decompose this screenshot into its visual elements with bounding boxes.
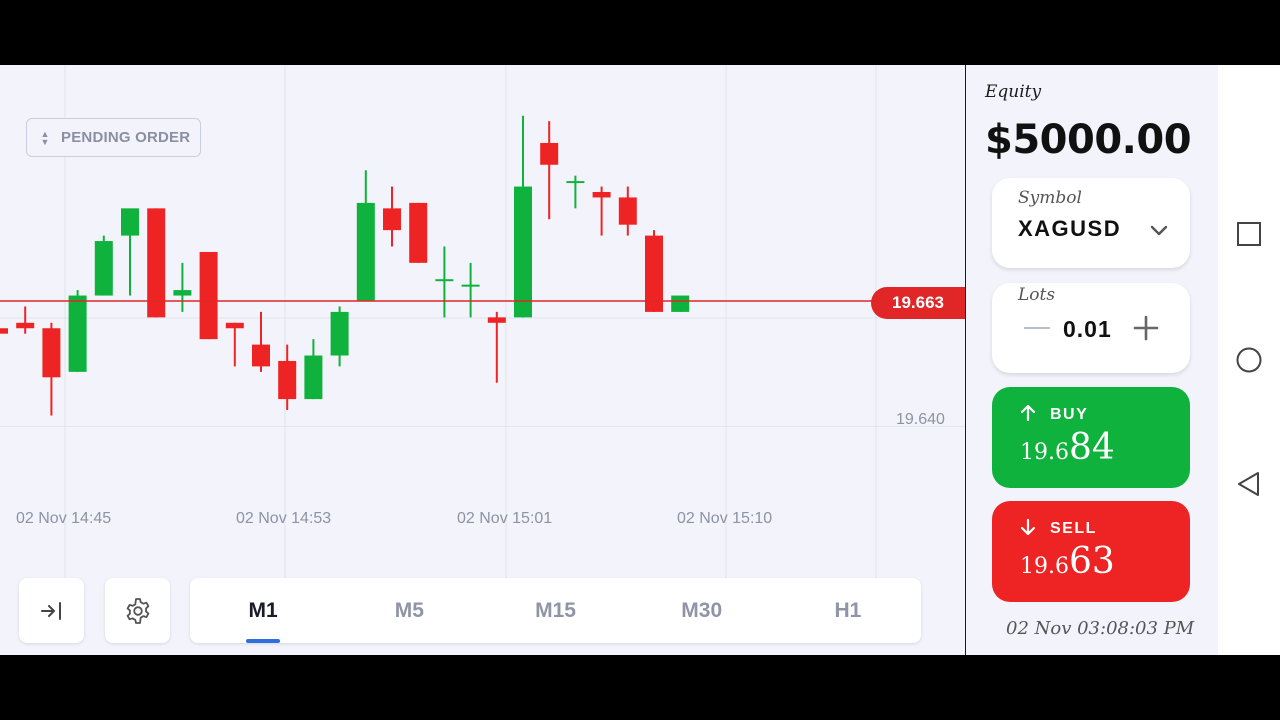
candle-body xyxy=(618,197,637,225)
candle-body xyxy=(0,328,8,334)
candle-body xyxy=(592,192,611,198)
candle-body xyxy=(409,202,428,263)
candle-body xyxy=(671,295,690,312)
candle-body xyxy=(278,360,297,400)
arrow-to-end-icon xyxy=(40,601,61,620)
candle-body xyxy=(356,202,375,301)
pending-order-button[interactable]: ▲ ▼ PENDING ORDER xyxy=(26,118,201,157)
lots-value[interactable]: 0.01 xyxy=(1063,316,1112,343)
timeframe-h1[interactable]: H1 xyxy=(775,578,921,643)
candle-body xyxy=(199,251,218,340)
candle-body xyxy=(540,142,559,165)
buy-price-small: 19.6 xyxy=(1020,440,1069,465)
y-axis-tick: 19.640 xyxy=(896,411,945,428)
candle-body xyxy=(383,208,401,231)
buy-button[interactable]: BUY 19.684 xyxy=(992,387,1190,488)
candle-body xyxy=(435,279,454,282)
sort-arrows-icon: ▲ ▼ xyxy=(40,128,50,147)
candle-body xyxy=(330,311,349,356)
candle-body xyxy=(514,186,532,318)
timeframe-m30[interactable]: M30 xyxy=(629,578,775,643)
timeframe-selector: M1 M5 M15 M30 H1 xyxy=(190,578,921,643)
x-axis-tick: 02 Nov 15:10 xyxy=(677,510,773,527)
increase-lots-button[interactable] xyxy=(1133,315,1159,341)
x-axis-tick: 02 Nov 14:53 xyxy=(236,510,332,527)
scroll-to-latest-button[interactable] xyxy=(19,578,84,643)
sell-price: 19.663 xyxy=(1020,541,1115,582)
symbol-selector[interactable]: Symbol XAGUSD xyxy=(992,178,1190,268)
chart-settings-button[interactable] xyxy=(105,578,170,643)
sell-price-big: 63 xyxy=(1068,541,1115,582)
candle-body xyxy=(461,284,480,287)
candle-body xyxy=(487,317,506,323)
pending-order-label: PENDING ORDER xyxy=(61,129,191,146)
candle-body xyxy=(121,208,139,236)
timeframe-m1[interactable]: M1 xyxy=(190,578,336,643)
symbol-label: Symbol xyxy=(1018,188,1082,208)
x-axis-tick: 02 Nov 14:45 xyxy=(16,510,112,527)
home-circle-icon[interactable] xyxy=(1236,347,1262,373)
equity-label: Equity xyxy=(985,82,1042,102)
android-nav-bar xyxy=(1218,65,1280,655)
sell-label: SELL xyxy=(1050,520,1097,537)
candle-body xyxy=(566,181,585,184)
server-datetime: 02 Nov 03:08:03 PM xyxy=(1006,618,1195,639)
sell-button[interactable]: SELL 19.663 xyxy=(992,501,1190,602)
back-triangle-icon[interactable] xyxy=(1236,471,1262,497)
timeframe-m15[interactable]: M15 xyxy=(482,578,628,643)
recents-square-icon[interactable] xyxy=(1236,221,1262,247)
current-price-tag: 19.663 xyxy=(871,287,965,319)
buy-label: BUY xyxy=(1050,406,1089,423)
gear-icon xyxy=(126,597,149,624)
decrease-lots-button[interactable] xyxy=(1024,327,1050,329)
candle-body xyxy=(225,322,244,329)
candle-body xyxy=(16,322,35,329)
x-axis-tick: 02 Nov 15:01 xyxy=(457,510,553,527)
lots-label: Lots xyxy=(1018,285,1056,305)
chevron-down-icon xyxy=(1150,225,1168,236)
equity-value: $5000.00 xyxy=(985,117,1192,163)
sell-price-small: 19.6 xyxy=(1020,554,1069,579)
arrow-up-icon xyxy=(1020,404,1036,422)
candle-body xyxy=(68,295,87,372)
symbol-value: XAGUSD xyxy=(1018,216,1122,241)
candle-body xyxy=(304,355,323,400)
candle-body xyxy=(252,344,270,367)
arrow-down-icon xyxy=(1020,518,1036,536)
app-screen: ▲ ▼ PENDING ORDER 19.663 19.640 02 Nov 14… xyxy=(0,65,1280,655)
buy-price: 19.684 xyxy=(1020,427,1115,468)
candle-body xyxy=(42,328,61,378)
timeframe-m5[interactable]: M5 xyxy=(336,578,482,643)
lots-stepper: Lots 0.01 xyxy=(992,283,1190,373)
candle-body xyxy=(173,290,192,296)
candle-body xyxy=(94,241,113,296)
buy-price-big: 84 xyxy=(1068,427,1115,468)
trade-panel: Equity $5000.00 Symbol XAGUSD Lots 0.01 xyxy=(966,65,1218,655)
price-chart[interactable]: ▲ ▼ PENDING ORDER 19.663 19.640 02 Nov 14… xyxy=(0,65,965,655)
